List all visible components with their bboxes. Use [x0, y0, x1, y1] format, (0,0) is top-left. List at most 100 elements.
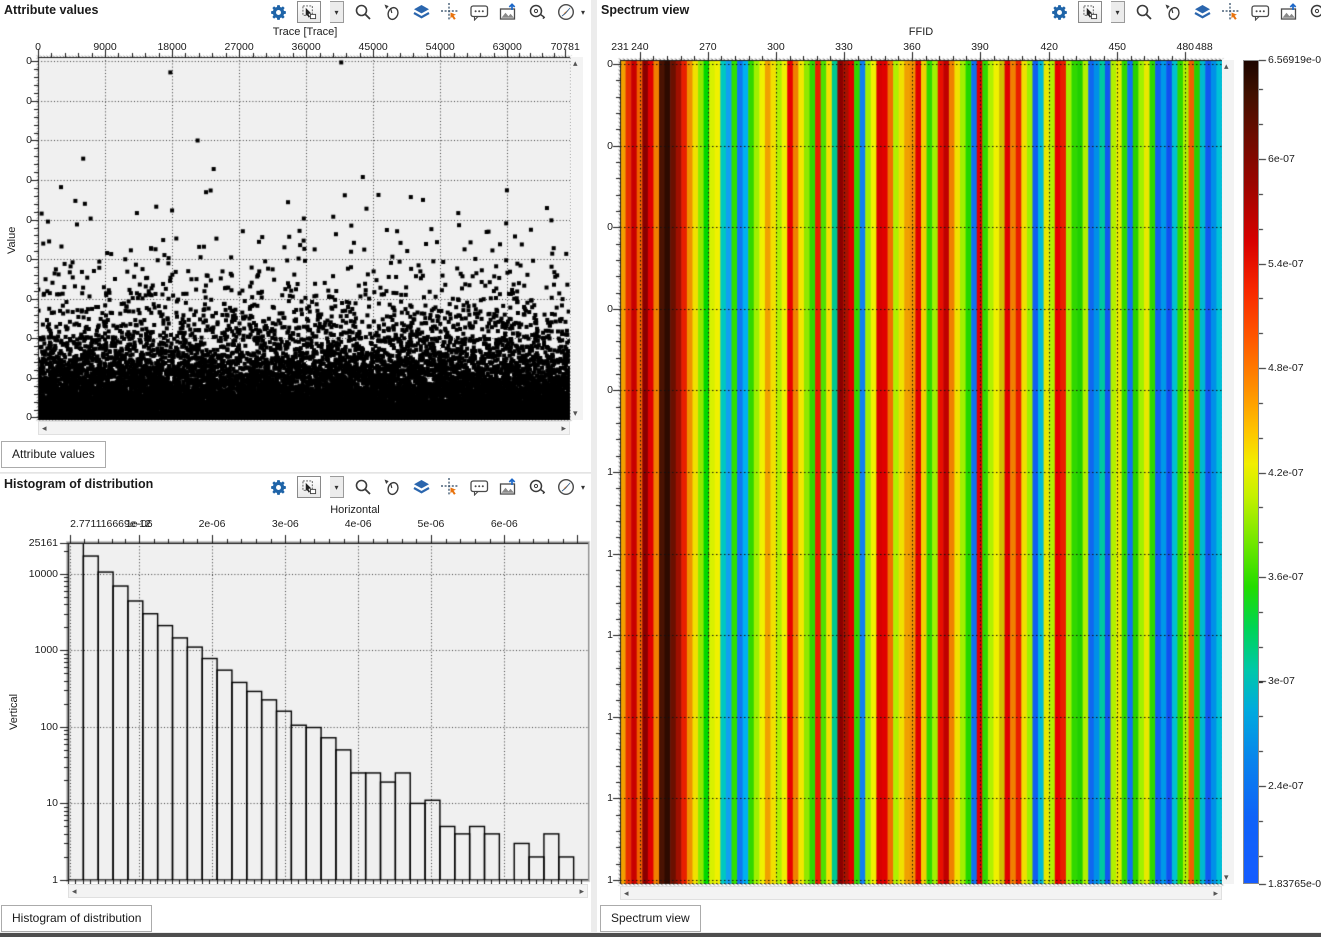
settings-gear-icon[interactable]: [268, 477, 288, 497]
tick-label: 25161: [16, 537, 58, 549]
tick-label: 0: [14, 134, 32, 146]
tick-label: 27000: [219, 41, 259, 53]
tick-label: 0: [18, 41, 58, 53]
select-mode-button[interactable]: [297, 476, 321, 498]
tick-label: 4e-06: [328, 518, 388, 530]
tab-histogram[interactable]: Histogram of distribution: [1, 905, 152, 932]
mouse-pan-icon[interactable]: [382, 477, 402, 497]
scroll-right-arrow[interactable]: ▸: [1213, 889, 1218, 898]
crosshair-position-icon[interactable]: [440, 2, 460, 22]
tick-label: 1.83765e-07: [1268, 878, 1321, 890]
scroll-left-arrow[interactable]: ◂: [624, 889, 629, 898]
select-mode-button[interactable]: [1078, 1, 1102, 23]
settings-gear-icon[interactable]: [1049, 2, 1069, 22]
select-mode-button[interactable]: [297, 1, 321, 23]
scroll-down-arrow[interactable]: ▾: [1224, 873, 1229, 882]
panel-spectrum-view: Spectrum view ▾▾ FFID ▴▾ ◂▸ Spectrum vie…: [597, 0, 1321, 932]
panel-histogram: Histogram of distribution ▾▾ Horizontal …: [0, 474, 591, 932]
layers-icon[interactable]: [411, 2, 431, 22]
tick-label: 45000: [353, 41, 393, 53]
export-image-icon[interactable]: [1279, 2, 1299, 22]
export-image-icon[interactable]: [498, 477, 518, 497]
application-window: Attribute values ▾▾ Trace [Trace] Value …: [0, 0, 1321, 937]
horizontal-scrollbar[interactable]: ◂▸: [38, 421, 570, 435]
horizontal-scrollbar[interactable]: ◂▸: [68, 884, 588, 898]
tick-label: 0: [14, 411, 32, 423]
measure-icon[interactable]: [527, 477, 547, 497]
scroll-down-arrow[interactable]: ▾: [573, 409, 578, 418]
tick-label: 6.56919e-07: [1268, 54, 1321, 66]
scroll-up-arrow[interactable]: ▴: [1224, 62, 1229, 71]
compass-dropdown[interactable]: ▾: [581, 483, 585, 492]
tick-label: 1: [599, 466, 613, 478]
tick-label: 1: [599, 792, 613, 804]
scroll-left-arrow[interactable]: ◂: [42, 424, 47, 433]
comment-icon[interactable]: [1250, 2, 1270, 22]
horizontal-scrollbar[interactable]: ◂▸: [620, 886, 1222, 900]
vertical-scrollbar[interactable]: ▴▾: [1222, 60, 1234, 884]
colorbar: [1243, 60, 1259, 884]
tab-spectrum-view[interactable]: Spectrum view: [600, 905, 701, 932]
crosshair-position-icon[interactable]: [440, 477, 460, 497]
compass-icon[interactable]: [556, 2, 576, 22]
tick-label: 330: [826, 41, 862, 53]
zoom-icon[interactable]: [353, 477, 373, 497]
mouse-pan-icon[interactable]: [1163, 2, 1183, 22]
compass-icon[interactable]: [556, 477, 576, 497]
tick-label: 10000: [16, 568, 58, 580]
tick-label: 0: [599, 58, 613, 70]
tick-label: 10: [16, 797, 58, 809]
zoom-icon[interactable]: [1134, 2, 1154, 22]
select-mode-dropdown[interactable]: ▾: [330, 476, 344, 498]
tick-label: 2.4e-07: [1268, 780, 1304, 792]
tick-label: 63000: [487, 41, 527, 53]
tab-attribute-values[interactable]: Attribute values: [1, 441, 106, 468]
scroll-right-arrow[interactable]: ▸: [579, 887, 584, 896]
spectrum-canvas[interactable]: [602, 46, 1232, 888]
tick-label: 6e-06: [474, 518, 534, 530]
comment-icon[interactable]: [469, 477, 489, 497]
scroll-right-arrow[interactable]: ▸: [561, 424, 566, 433]
tick-label: 1e-06: [109, 518, 169, 530]
tick-label: 420: [1031, 41, 1067, 53]
scatter-plot-canvas[interactable]: [20, 44, 582, 424]
tick-label: 5.4e-07: [1268, 258, 1304, 270]
crosshair-position-icon[interactable]: [1221, 2, 1241, 22]
tick-label: 240: [622, 41, 658, 53]
zoom-icon[interactable]: [353, 2, 373, 22]
comment-icon[interactable]: [469, 2, 489, 22]
histogram-canvas[interactable]: [18, 530, 596, 892]
settings-gear-icon[interactable]: [268, 2, 288, 22]
tick-label: 0: [14, 372, 32, 384]
select-mode-dropdown[interactable]: ▾: [330, 1, 344, 23]
measure-icon[interactable]: [1308, 2, 1321, 22]
layers-icon[interactable]: [411, 477, 431, 497]
tick-label: 0: [14, 95, 32, 107]
tick-label: 0: [14, 55, 32, 67]
compass-dropdown[interactable]: ▾: [581, 8, 585, 17]
tick-label: 3.6e-07: [1268, 571, 1304, 583]
tick-label: 360: [894, 41, 930, 53]
layers-icon[interactable]: [1192, 2, 1212, 22]
vertical-scrollbar[interactable]: ▴▾: [571, 57, 583, 420]
tick-label: 488: [1186, 41, 1222, 53]
tick-label: 18000: [152, 41, 192, 53]
tick-label: 1: [599, 711, 613, 723]
measure-icon[interactable]: [527, 2, 547, 22]
export-image-icon[interactable]: [498, 2, 518, 22]
tick-label: 9000: [85, 41, 125, 53]
panel-title: Attribute values: [4, 3, 98, 17]
tick-label: 3e-06: [255, 518, 315, 530]
panel-separator: [0, 472, 591, 473]
tick-label: 0: [599, 221, 613, 233]
scroll-left-arrow[interactable]: ◂: [72, 887, 77, 896]
tick-label: 300: [758, 41, 794, 53]
tick-label: 0: [14, 332, 32, 344]
mouse-pan-icon[interactable]: [382, 2, 402, 22]
select-mode-dropdown[interactable]: ▾: [1111, 1, 1125, 23]
tick-label: 0: [14, 293, 32, 305]
x-axis-title: Trace [Trace]: [240, 26, 370, 38]
tick-label: 6e-07: [1268, 153, 1295, 165]
scroll-up-arrow[interactable]: ▴: [573, 59, 578, 68]
tick-label: 0: [599, 303, 613, 315]
